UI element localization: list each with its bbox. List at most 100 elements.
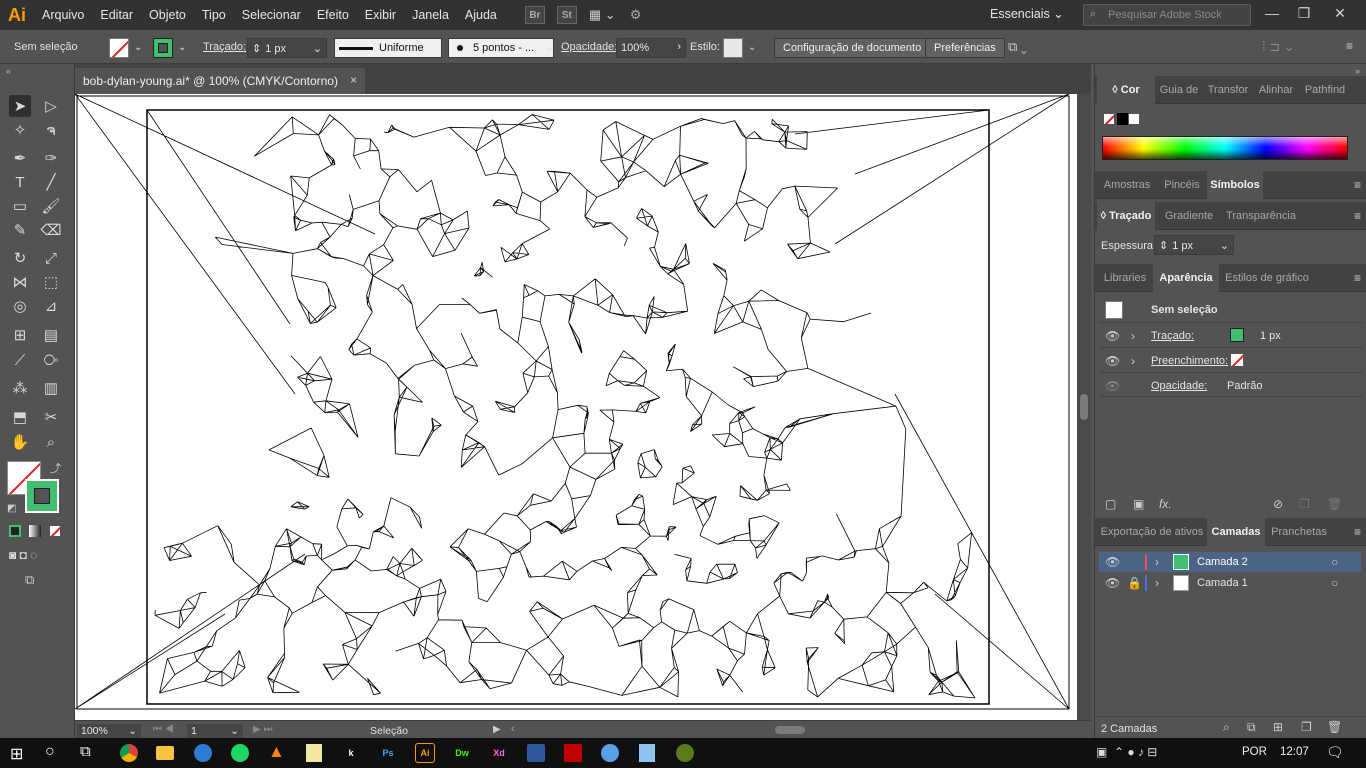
arrange-icon[interactable]: ⧉ ⌄ — [1008, 39, 1027, 55]
eyedropper-tool-icon[interactable]: ⟋ — [9, 349, 31, 371]
brush-definition-select[interactable]: 5 pontos - ... — [448, 38, 554, 58]
tab-estilos[interactable]: Estilos de gráfico — [1219, 264, 1315, 292]
box-app-icon[interactable] — [639, 744, 655, 762]
tab-gradiente[interactable]: Gradiente — [1157, 202, 1221, 230]
search-icon[interactable]: ○ — [45, 743, 55, 761]
workspace-switcher[interactable]: Essenciais ⌄ — [990, 6, 1064, 21]
pen-tool-icon[interactable]: ✒ — [9, 147, 31, 169]
close-window-icon[interactable]: ✕ — [1326, 3, 1354, 23]
layer-name[interactable]: Camada 1 — [1197, 577, 1248, 589]
bridge-button[interactable]: Br — [524, 6, 545, 24]
lasso-tool-icon[interactable]: ຈ — [40, 119, 62, 141]
tab-camadas[interactable]: Camadas — [1207, 518, 1265, 546]
rotate-tool-icon[interactable]: ↻ — [9, 247, 31, 269]
gradient-tool-icon[interactable]: ▤ — [40, 324, 62, 346]
xd-icon[interactable]: Xd — [489, 743, 509, 763]
zoom-tool-icon[interactable]: ⌕ — [40, 431, 62, 453]
add-fill-icon[interactable]: ▣ — [1133, 497, 1144, 511]
new-sublayer-icon[interactable]: ⊞ — [1273, 720, 1283, 734]
artboard-nav-next-icons[interactable]: ▶ ⏭ — [253, 724, 272, 735]
symbol-sprayer-tool-icon[interactable]: ⁂ — [9, 377, 31, 399]
menu-editar[interactable]: Editar — [92, 8, 141, 22]
stroke-dropdown-icon[interactable]: ⌄ — [178, 42, 186, 53]
layer-row-camada-1[interactable]: 👁 🔒 › Camada 1 ○ — [1099, 573, 1361, 593]
slice-tool-icon[interactable]: ✂ — [40, 406, 62, 428]
expand-layer-icon[interactable]: › — [1155, 576, 1159, 590]
panel-stroke-weight-field[interactable]: ⇕ 1 px ⌄ — [1154, 235, 1234, 255]
stroke-swatch[interactable] — [153, 38, 173, 58]
tab-aparencia[interactable]: Aparência — [1153, 264, 1219, 292]
swap-fill-stroke-icon[interactable]: ⤴ — [50, 460, 61, 476]
notifications-icon[interactable]: 🗨 — [1326, 744, 1344, 761]
eraser-tool-icon[interactable]: ⌫ — [40, 219, 62, 241]
dreamweaver-icon[interactable]: Dw — [452, 743, 472, 763]
expand-layer-icon[interactable]: › — [1155, 555, 1159, 569]
menu-tipo[interactable]: Tipo — [194, 8, 234, 22]
scroll-thumb[interactable] — [1080, 394, 1088, 420]
style-dropdown-icon[interactable]: ⌄ — [748, 42, 756, 53]
tray-icons[interactable]: ▣ ⌃ ● ♪ ⊟ — [1096, 745, 1157, 759]
tab-transparencia[interactable]: Transparência — [1223, 202, 1299, 230]
layer-target-icon[interactable]: ○ — [1331, 576, 1338, 590]
tab-simbolos[interactable]: Símbolos — [1207, 171, 1263, 199]
tab-tracado[interactable]: ◊ Traçado — [1097, 202, 1155, 230]
vertical-scrollbar[interactable] — [1077, 94, 1091, 720]
visibility-eye-icon[interactable]: 👁 — [1105, 379, 1120, 393]
color-spectrum[interactable] — [1102, 136, 1348, 160]
blend-tool-icon[interactable]: ⧂ — [40, 349, 62, 371]
hand-tool-icon[interactable]: ✋ — [9, 431, 31, 453]
new-layer-icon[interactable]: ❐ — [1301, 720, 1312, 734]
illustrator-taskbar-icon[interactable]: Ai — [415, 743, 435, 763]
layer-visibility-icon[interactable]: 👁 — [1105, 555, 1120, 569]
stroke-profile-select[interactable]: Uniforme — [334, 38, 442, 58]
stroke-weight-field[interactable]: ⇕ 1 px ⌄ — [247, 38, 327, 58]
width-tool-icon[interactable]: ⋈ — [9, 271, 31, 293]
tab-pinceis[interactable]: Pincéis — [1157, 171, 1207, 199]
tab-exportacao[interactable]: Exportação de ativos — [1097, 518, 1207, 546]
menu-ajuda[interactable]: Ajuda — [457, 8, 505, 22]
artboard-number-field[interactable]: 1 ⌄ — [187, 724, 243, 739]
stepper-icon[interactable]: ⇕ — [252, 43, 261, 55]
close-tab-icon[interactable]: × — [350, 73, 357, 87]
stock-search-input[interactable]: ⌕ Pesquisar Adobe Stock — [1083, 4, 1251, 26]
none-mode-icon[interactable] — [49, 525, 61, 537]
collapse-panels-icon[interactable]: » — [1355, 66, 1360, 76]
lock-icon[interactable]: 🔒 — [1127, 576, 1142, 590]
shaper-tool-icon[interactable]: ✎ — [9, 219, 31, 241]
tab-align[interactable]: Alinhar — [1253, 76, 1299, 104]
menu-exibir[interactable]: Exibir — [357, 8, 404, 22]
stroke-label[interactable]: Traçado: — [203, 41, 246, 53]
stroke-panel-menu-icon[interactable]: ≡ — [1354, 209, 1361, 223]
scroll-left-icon[interactable]: ‹ — [511, 723, 515, 735]
clear-appearance-icon[interactable]: ⊘ — [1273, 497, 1283, 511]
expand-fill-icon[interactable]: › — [1131, 354, 1135, 368]
hs-app-icon[interactable] — [676, 744, 694, 762]
start-icon[interactable]: ⊞ — [10, 744, 23, 764]
free-transform-tool-icon[interactable]: ⬚ — [40, 271, 62, 293]
appearance-panel-menu-icon[interactable]: ≡ — [1354, 271, 1361, 285]
layer-row-camada-2[interactable]: 👁 › Camada 2 ○ — [1099, 552, 1361, 572]
restore-icon[interactable]: ❐ — [1290, 3, 1318, 23]
artboard-tool-icon[interactable]: ⬒ — [9, 406, 31, 428]
duplicate-item-icon[interactable]: ❐ — [1299, 497, 1310, 511]
gpu-performance-icon[interactable]: ⚙ — [630, 7, 642, 23]
layer-name[interactable]: Camada 2 — [1197, 556, 1248, 568]
tray-clock[interactable]: 12:07 — [1280, 746, 1309, 758]
fx-icon[interactable]: fx. — [1159, 497, 1172, 511]
vlc-icon[interactable]: ▲ — [268, 742, 285, 762]
add-stroke-icon[interactable]: ▢ — [1105, 497, 1116, 511]
scale-tool-icon[interactable]: ⤢ — [40, 247, 62, 269]
tab-pathfinder[interactable]: Pathfind — [1301, 76, 1349, 104]
magic-wand-tool-icon[interactable]: ✧ — [9, 119, 31, 141]
arrange-documents-icon[interactable]: ▦ ⌄ — [589, 7, 616, 23]
tab-pranchetas[interactable]: Pranchetas — [1265, 518, 1333, 546]
fill-swatch[interactable] — [109, 38, 129, 58]
type-tool-icon[interactable]: T — [9, 171, 31, 193]
visibility-eye-icon[interactable]: 👁 — [1105, 354, 1120, 368]
brush-dropdown-icon[interactable]: ⌄ — [545, 42, 553, 53]
menu-janela[interactable]: Janela — [404, 8, 457, 22]
appearance-fill-swatch[interactable] — [1230, 353, 1244, 367]
menu-efeito[interactable]: Efeito — [309, 8, 357, 22]
minimize-icon[interactable]: — — [1258, 3, 1286, 23]
default-colors-icon[interactable]: ◩ — [7, 503, 16, 514]
